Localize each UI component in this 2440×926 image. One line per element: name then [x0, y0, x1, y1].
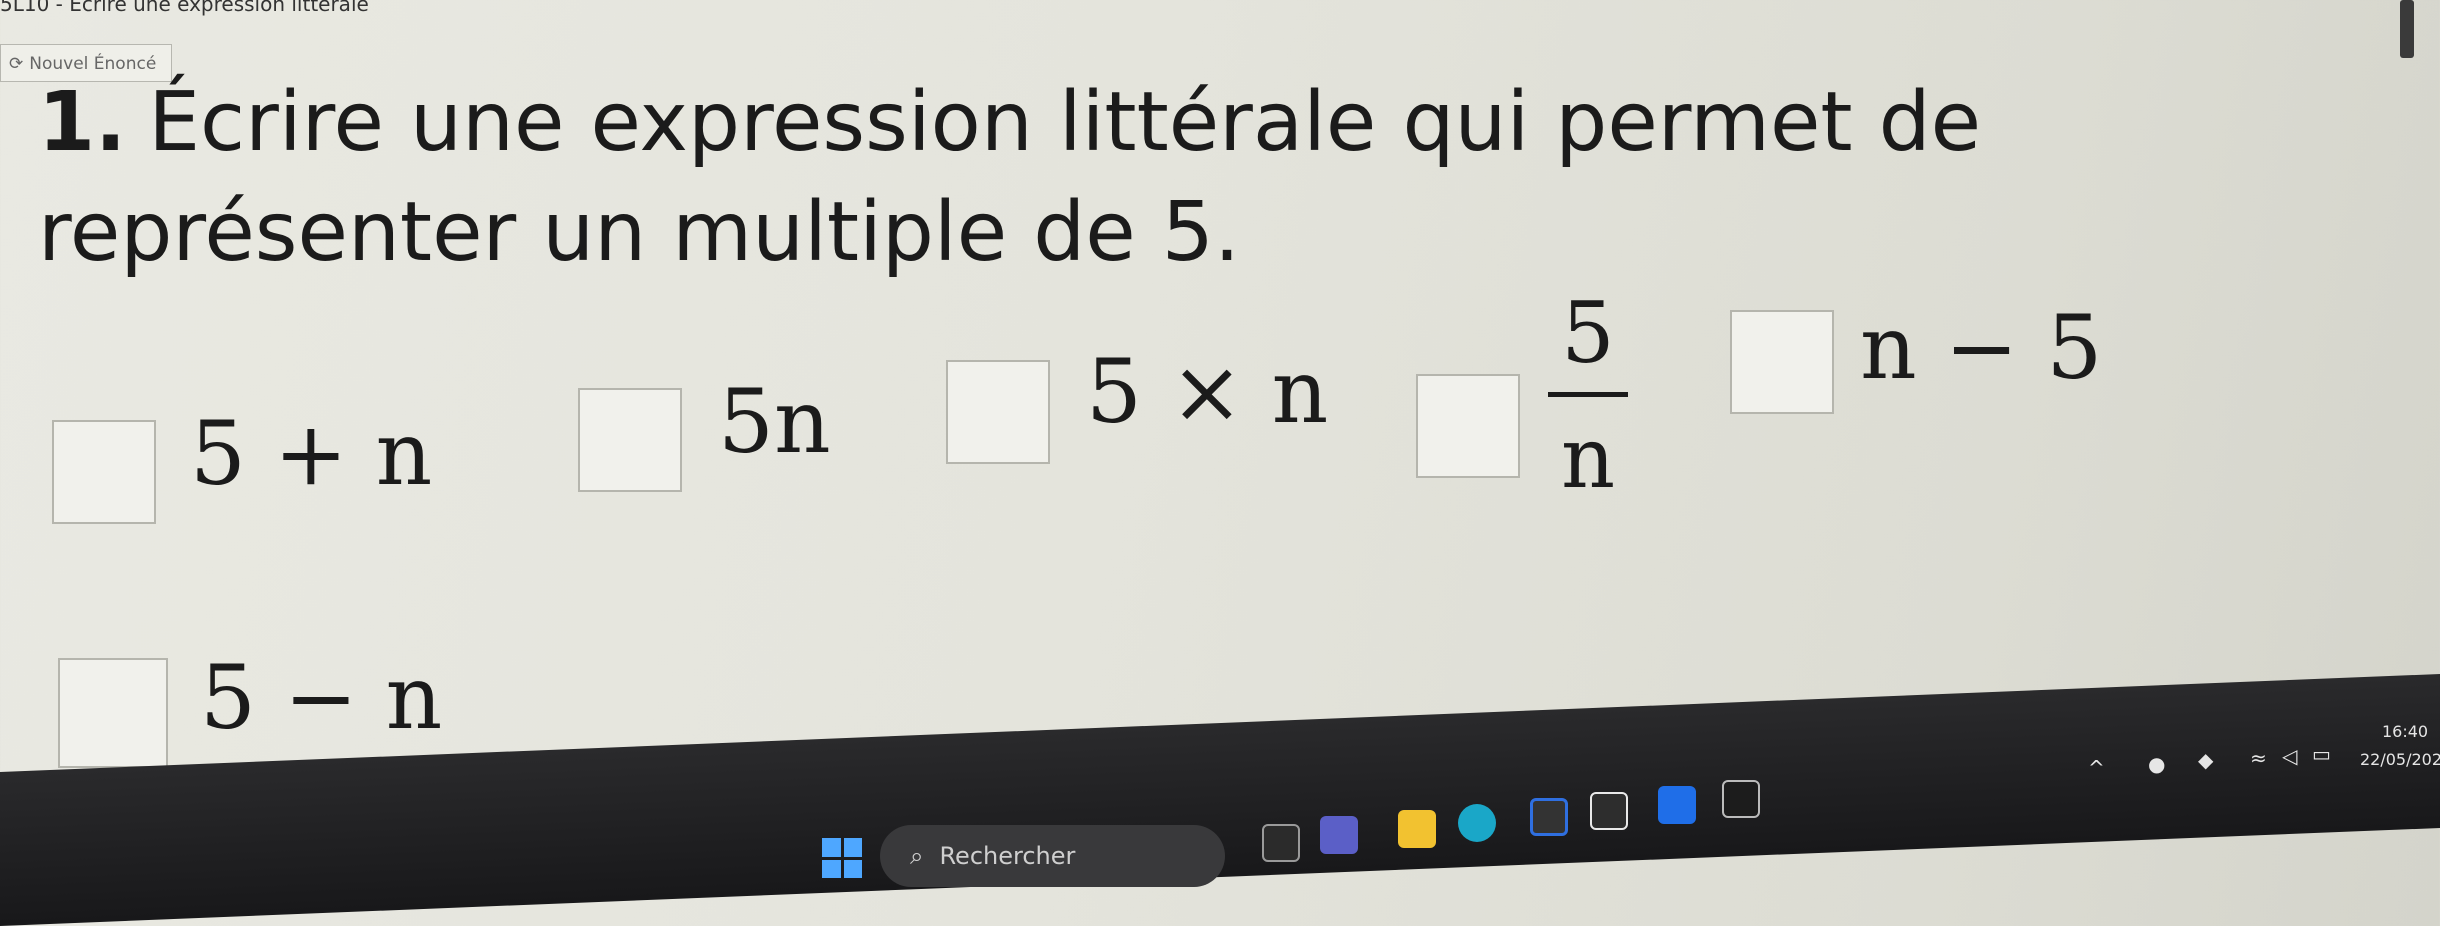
app-icon-blue[interactable]: [1658, 786, 1696, 824]
store-icon[interactable]: [1530, 798, 1568, 836]
option-4-fraction: 5 n: [1538, 288, 1638, 503]
taskbar-search[interactable]: ⌕ Rechercher: [880, 825, 1225, 887]
clock-time[interactable]: 16:40: [2382, 722, 2428, 741]
cloud-icon[interactable]: ●: [2148, 752, 2165, 776]
fraction-bar: [1548, 392, 1628, 397]
option-6-expression: 5 − n: [200, 646, 443, 749]
clock-date[interactable]: 22/05/2025: [2360, 750, 2440, 769]
app-icon-l[interactable]: [1590, 792, 1628, 830]
option-2-expression: 5n: [718, 370, 831, 473]
volume-icon[interactable]: ◁: [2282, 744, 2297, 768]
question-text: 1. Écrire une expression littérale qui pe…: [38, 68, 2398, 288]
refresh-icon: ⟳: [9, 54, 24, 74]
question-line-1: Écrire une expression littérale qui perm…: [148, 75, 1982, 170]
scrollbar-thumb[interactable]: [2400, 0, 2414, 58]
antivirus-icon[interactable]: ◆: [2198, 748, 2213, 772]
search-placeholder: Rechercher: [939, 842, 1076, 870]
windows-start-icon[interactable]: [822, 838, 862, 878]
checkbox-option-1[interactable]: [52, 420, 156, 524]
option-4-numerator: 5: [1561, 284, 1615, 382]
app-icon-geogebra[interactable]: [1722, 780, 1760, 818]
file-explorer-icon[interactable]: [1398, 810, 1436, 848]
question-number: 1.: [38, 75, 127, 170]
edge-browser-icon[interactable]: [1458, 804, 1496, 842]
checkbox-option-2[interactable]: [578, 388, 682, 492]
checkbox-option-4[interactable]: [1416, 374, 1520, 478]
battery-icon[interactable]: ▭: [2312, 742, 2331, 766]
wifi-icon[interactable]: ≈: [2250, 746, 2267, 770]
search-icon: ⌕: [910, 842, 924, 870]
option-3-expression: 5 × n: [1086, 340, 1329, 443]
option-5-expression: n − 5: [1860, 296, 2103, 399]
checkbox-option-6[interactable]: [58, 658, 168, 768]
window-title: 5L10 - Écrire une expression littérale: [0, 0, 369, 16]
question-line-2: représenter un multiple de 5.: [38, 185, 1241, 280]
app-icon-terminal[interactable]: [1262, 824, 1300, 862]
checkbox-option-5[interactable]: [1730, 310, 1834, 414]
option-1-expression: 5 + n: [190, 402, 433, 505]
teams-icon[interactable]: [1320, 816, 1358, 854]
chevron-up-icon[interactable]: ^: [2088, 756, 2105, 780]
checkbox-option-3[interactable]: [946, 360, 1050, 464]
option-4-denominator: n: [1560, 409, 1616, 507]
